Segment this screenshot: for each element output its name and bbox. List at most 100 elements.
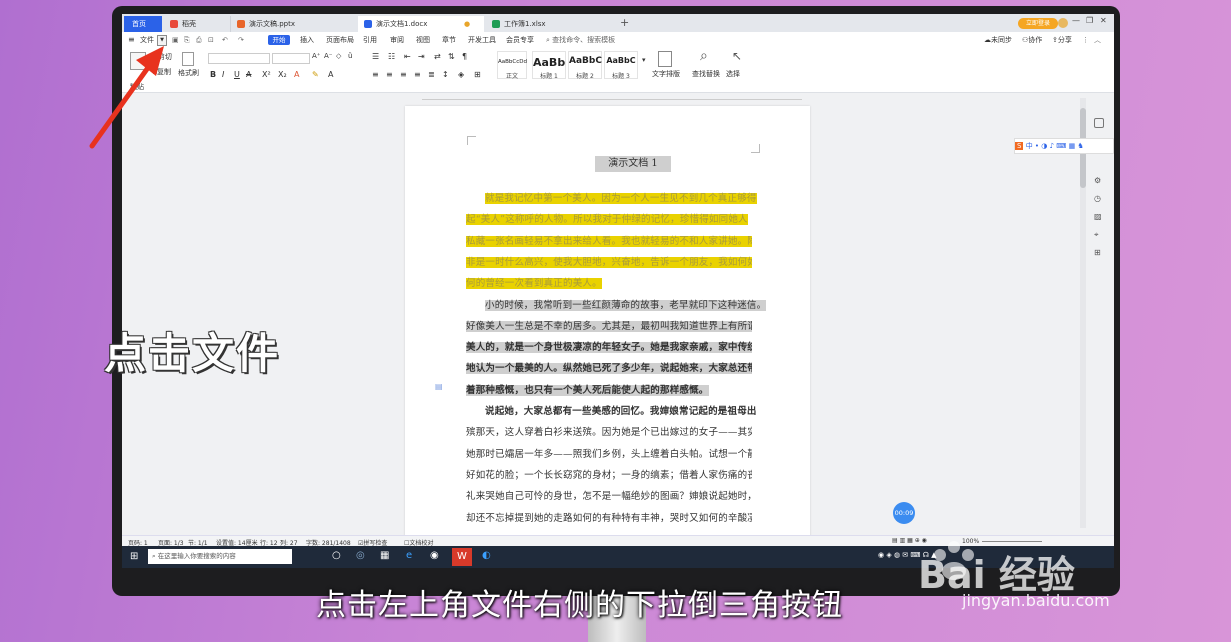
undo-icon[interactable]: ↶ (222, 32, 228, 48)
document-line[interactable]: 私藏一张名画轻易不拿出来给人看。我也就轻易的不和人家讲她。除 (466, 233, 752, 251)
task-view-icon[interactable]: ○ (332, 550, 341, 561)
tab-daoke[interactable]: 稻壳 (164, 16, 228, 32)
edge-icon[interactable]: e (406, 550, 412, 561)
document-line[interactable]: 非是一时什么高兴，使我大胆地，兴奋地，告诉一个朋友，我如何如 (466, 254, 752, 272)
ime-toolbar[interactable]: S 中 • ◑ ♪ ⌨ ▦ ♞ (1014, 138, 1114, 154)
font-family-select[interactable] (208, 53, 270, 64)
subscript-icon[interactable]: X₂ (278, 70, 287, 79)
tab-ppt[interactable]: 演示文稿.pptx (230, 16, 356, 32)
preview-icon[interactable]: ⊡ (208, 32, 214, 48)
find-replace-icon[interactable]: ⌕ (700, 48, 708, 64)
tab-xls[interactable]: 工作簿1.xlsx (486, 16, 612, 32)
sidebar-style-icon[interactable] (1094, 118, 1104, 128)
tab-insert[interactable]: 插入 (300, 32, 314, 48)
windows-start-icon[interactable]: ⊞ (130, 551, 138, 562)
doc-title[interactable]: 演示文档 1 (595, 156, 671, 172)
document-line[interactable]: 地认为一个最美的人。纵然她已死了多少年，说起她来，大家总还带 (466, 360, 752, 378)
select-label[interactable]: 选择 (726, 69, 740, 79)
select-cursor-icon[interactable]: ↖ (732, 49, 742, 63)
indent-decrease-icon[interactable]: ⇤ (404, 52, 411, 61)
document-line[interactable]: 说起她，大家总都有一些美感的回忆。我婶娘常记起的是祖母出 (466, 403, 771, 421)
document-line[interactable]: 她那时已孀居一年多——照我们乡例，头上缠着白头帕。试想一个静 (466, 446, 752, 464)
new-tab-plus-icon[interactable]: + (620, 16, 629, 30)
document-line[interactable]: 好如花的脸；一个长长窈窕的身材；一身的缟素；借着人家伤痛的丧 (466, 467, 752, 485)
style-heading-2[interactable]: AaBbC 标题 2 (568, 51, 602, 80)
share-button[interactable]: ⇪分享 (1052, 32, 1072, 48)
format-painter-icon[interactable] (182, 52, 194, 66)
find-replace-label[interactable]: 查找替换 (692, 69, 720, 79)
document-line[interactable]: 美人的，就是一个身世极凄凉的年轻女子。她是我家亲戚，家中传统 (466, 339, 752, 357)
app-icon[interactable]: ◉ (430, 550, 439, 561)
vertical-scrollbar[interactable] (1080, 98, 1086, 528)
recording-timer[interactable]: 00:09 (893, 502, 915, 524)
print-icon[interactable]: ⎙ (196, 32, 202, 48)
collapse-ribbon-icon[interactable]: ︿ (1094, 32, 1101, 48)
sidebar-adjust-icon[interactable]: ⚙ (1094, 176, 1101, 185)
tab-review[interactable]: 审阅 (390, 32, 404, 48)
document-line[interactable]: 就是我记忆中第一个美人。因为一个人一生见不到几个真正够得 (466, 190, 771, 208)
edge-browser-icon[interactable]: ◐ (482, 550, 491, 561)
cortana-icon[interactable]: ◎ (356, 550, 365, 561)
wps-taskbar-icon[interactable]: W (452, 548, 472, 566)
style-normal[interactable]: AaBbCcDd 正文 (497, 51, 527, 80)
tab-home[interactable]: 首页 (124, 16, 162, 32)
clear-format-icon[interactable]: ◇ (336, 52, 341, 60)
document-line[interactable]: 礼来哭她自己可怜的身世，怎不是一幅绝妙的图画？婶娘说起她时， (466, 488, 752, 506)
tab-start[interactable]: 开始 (268, 35, 290, 45)
line-spacing-icon[interactable]: ↕ (442, 70, 449, 79)
document-line[interactable]: 小的时候，我常听到一些红颜薄命的故事，老早就印下这种迷信。 (466, 297, 771, 315)
chinese-layout-icon[interactable]: ⇄ (434, 52, 441, 61)
font-color-icon[interactable]: A (294, 70, 299, 79)
tab-chapter[interactable]: 章节 (442, 32, 456, 48)
styles-more-icon[interactable]: ▾ (642, 56, 646, 64)
align-center-icon[interactable]: ≡ (386, 70, 393, 79)
collaborate-button[interactable]: ⚇协作 (1022, 32, 1042, 48)
text-layout-icon[interactable] (658, 51, 672, 67)
document-page[interactable]: 演示文档 1 就是我记忆中第一个美人。因为一个人一生见不到几个真正够得 起“美人”… (405, 106, 810, 546)
tab-references[interactable]: 引用 (363, 32, 377, 48)
sidebar-clock-icon[interactable]: ◷ (1094, 194, 1101, 203)
numbered-list-icon[interactable]: ☷ (388, 52, 395, 61)
font-grow-icon[interactable]: A⁺ (312, 52, 320, 60)
export-icon[interactable]: ⎘ (184, 32, 190, 48)
strikethrough-icon[interactable]: A (246, 70, 251, 79)
document-line[interactable]: 好像美人一生总是不幸的居多。尤其是，最初叫我知道世界上有所谓 (466, 318, 752, 336)
sidebar-grid-icon[interactable]: ⊞ (1094, 248, 1101, 257)
tab-developer[interactable]: 开发工具 (468, 32, 496, 48)
taskbar-search-box[interactable]: ⌕ 在这里输入你要搜索的内容 (148, 549, 292, 564)
redo-icon[interactable]: ↷ (238, 32, 244, 48)
border-icon[interactable]: ⊞ (474, 70, 481, 79)
sync-status[interactable]: ☁未同步 (984, 32, 1012, 48)
document-line[interactable]: 何的曾经一次看到真正的美人。 (466, 275, 752, 293)
document-line[interactable]: 殡那天，这人穿着白衫来送殡。因为她是个已出嫁过的女子——其实 (466, 424, 752, 442)
horizontal-ruler[interactable] (122, 93, 1114, 101)
justify-icon[interactable]: ≡ (414, 70, 421, 79)
underline-icon[interactable]: U (234, 70, 240, 79)
paragraph-handle-icon[interactable]: ▤ (435, 382, 443, 391)
document-line[interactable]: 着那种感慨，也只有一个美人死后能使人起的那样感慨。 (466, 382, 752, 400)
search-command[interactable]: ⌕ 查找命令、搜索模板 (546, 32, 615, 48)
close-icon[interactable]: ✕ (1100, 16, 1107, 25)
pinyin-icon[interactable]: ȕ (348, 52, 352, 60)
indent-increase-icon[interactable]: ⇥ (418, 52, 425, 61)
sidebar-location-icon[interactable]: ⌖ (1094, 230, 1099, 240)
style-heading-1[interactable]: AaBb 标题 1 (532, 51, 566, 80)
show-marks-icon[interactable]: ¶ (462, 52, 467, 61)
restore-icon[interactable]: ❐ (1086, 16, 1093, 25)
tab-member[interactable]: 会员专享 (506, 32, 534, 48)
sidebar-image-icon[interactable]: ▨ (1094, 212, 1102, 221)
tab-view[interactable]: 视图 (416, 32, 430, 48)
italic-icon[interactable]: I (222, 70, 224, 79)
text-layout-label[interactable]: 文字排版 (652, 69, 680, 79)
tab-doc[interactable]: 演示文档1.docx ● (358, 16, 484, 32)
document-line[interactable]: 起“美人”这称呼的人物。所以我对于仲绿的记忆，珍惜得如同她人 (466, 211, 752, 229)
sort-icon[interactable]: ⇅ (448, 52, 455, 61)
distribute-icon[interactable]: ≣ (428, 70, 435, 79)
font-size-select[interactable] (272, 53, 310, 64)
align-right-icon[interactable]: ≡ (400, 70, 407, 79)
char-border-icon[interactable]: A (328, 70, 333, 79)
avatar[interactable] (1058, 18, 1068, 28)
login-button[interactable]: 立即登录 (1018, 18, 1058, 29)
shading-icon[interactable]: ◈ (458, 70, 464, 79)
font-shrink-icon[interactable]: A⁻ (324, 52, 332, 60)
